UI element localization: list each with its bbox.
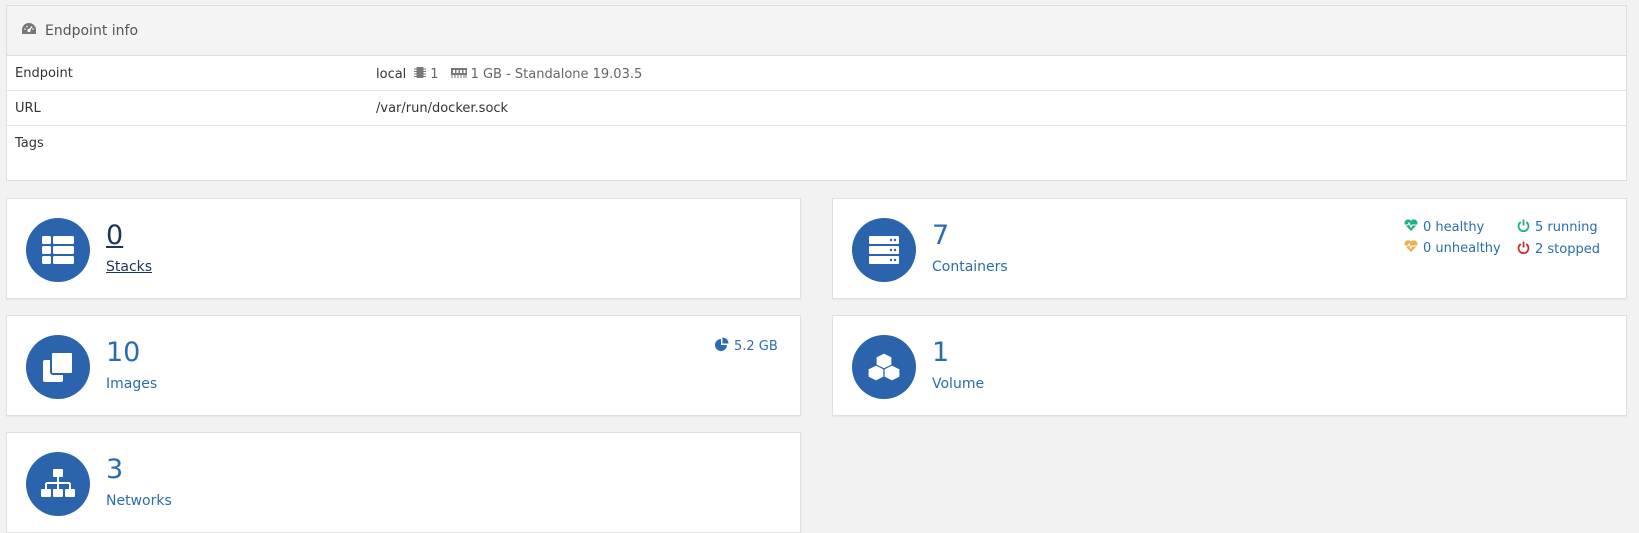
cpu-count: 1 [430, 67, 439, 82]
panel-header: Endpoint info [7, 6, 1626, 56]
url-label: URL [15, 101, 41, 116]
tags-label: Tags [15, 136, 44, 151]
networks-label[interactable]: Networks [106, 492, 172, 510]
running-stat: 5 running [1517, 219, 1600, 236]
endpoint-name: local [376, 67, 407, 82]
images-count[interactable]: 10 [106, 337, 140, 369]
th-list-icon [26, 218, 90, 282]
heartbeat-icon [1404, 240, 1423, 256]
images-label[interactable]: Images [106, 375, 157, 393]
containers-label[interactable]: Containers [932, 258, 1008, 276]
power-off-icon [1517, 241, 1535, 258]
healthy-stat: 0 healthy [1404, 219, 1501, 235]
stacks-count[interactable]: 0 [106, 220, 123, 252]
cubes-icon [852, 335, 916, 399]
unhealthy-stat: 0 unhealthy [1404, 240, 1501, 256]
images-card[interactable]: 10 Images 5.2 GB [6, 315, 801, 416]
heartbeat-icon [1404, 219, 1423, 235]
panel-title: Endpoint info [45, 22, 139, 39]
pie-chart-icon [715, 337, 734, 355]
endpoint-value: local 1 1 GB - Standalone 19.03.5 [376, 66, 642, 83]
memory-icon [450, 67, 467, 82]
endpoint-row: Endpoint local 1 1 GB - Standalone 19.03… [7, 56, 1626, 91]
clone-icon [26, 335, 90, 399]
url-row: URL /var/run/docker.sock [7, 91, 1626, 126]
container-health-stats: 0 healthy 0 unhealthy [1404, 219, 1501, 256]
endpoint-info-panel: Endpoint info Endpoint local 1 1 GB - St… [6, 5, 1627, 181]
images-size: 5.2 GB [715, 337, 778, 355]
url-value: /var/run/docker.sock [376, 101, 509, 116]
microchip-icon [414, 66, 427, 83]
endpoint-label: Endpoint [15, 66, 73, 81]
tachometer-icon [21, 21, 37, 40]
stacks-card[interactable]: 0 Stacks [6, 198, 801, 299]
volumes-card[interactable]: 1 Volume [832, 315, 1627, 416]
volumes-count[interactable]: 1 [932, 337, 949, 369]
power-off-icon [1517, 219, 1535, 236]
networks-count[interactable]: 3 [106, 454, 123, 486]
container-run-stats: 5 running 2 stopped [1517, 219, 1600, 258]
memory-info: 1 GB - Standalone 19.03.5 [470, 67, 643, 82]
containers-card[interactable]: 7 Containers 0 healthy 0 unhealthy 5 run… [832, 198, 1627, 299]
stacks-label[interactable]: Stacks [106, 258, 152, 276]
sitemap-icon [26, 452, 90, 516]
server-icon [852, 218, 916, 282]
volumes-label[interactable]: Volume [932, 375, 984, 393]
stopped-stat: 2 stopped [1517, 241, 1600, 258]
containers-count[interactable]: 7 [932, 220, 949, 252]
networks-card[interactable]: 3 Networks [6, 432, 801, 533]
tags-row: Tags [7, 126, 1626, 176]
